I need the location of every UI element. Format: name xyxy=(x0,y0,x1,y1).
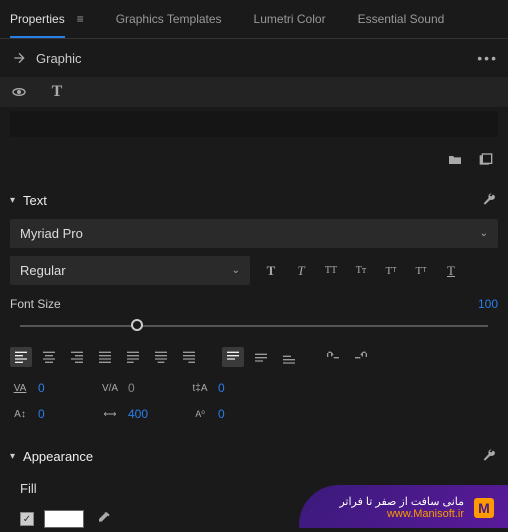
font-family-dropdown[interactable]: Myriad Pro ⌄ xyxy=(10,219,498,248)
chevron-down-icon: ⌄ xyxy=(480,228,488,239)
graphic-more-icon[interactable]: ••• xyxy=(477,50,498,66)
align-justify-last-right-button[interactable] xyxy=(178,347,200,367)
tab-essential-sound[interactable]: Essential Sound xyxy=(358,12,445,38)
tab-properties[interactable]: Properties xyxy=(10,12,65,38)
slider-thumb[interactable] xyxy=(131,319,143,331)
other-value[interactable]: 0 xyxy=(218,407,225,421)
font-size-value[interactable]: 100 xyxy=(478,297,498,311)
font-family-value: Myriad Pro xyxy=(20,226,83,241)
bold-button[interactable]: T xyxy=(260,260,282,282)
font-size-label: Font Size xyxy=(10,297,61,311)
panel-tabs: Properties ≡ Graphics Templates Lumetri … xyxy=(0,0,508,39)
appearance-section-label: Appearance xyxy=(23,449,93,464)
baseline-icon: A↕ xyxy=(10,405,30,423)
valign-middle-button[interactable] xyxy=(250,347,272,367)
new-folder-icon[interactable] xyxy=(446,151,464,169)
watermark-line2: www.Manisoft.ir xyxy=(339,508,464,520)
smallcaps-button[interactable]: Tᴛ xyxy=(350,260,372,282)
tracking-metric[interactable]: VA 0 xyxy=(10,379,70,397)
align-left-button[interactable] xyxy=(10,347,32,367)
leading-value[interactable]: 0 xyxy=(218,381,225,395)
text-content-field[interactable] xyxy=(10,111,498,137)
leading-icon: t‡A xyxy=(190,379,210,397)
italic-button[interactable]: T xyxy=(290,260,312,282)
watermark: مانی سافت از صفر تا فراتر www.Manisoft.i… xyxy=(299,485,508,528)
graphic-arrow-icon xyxy=(10,49,28,67)
wrench-icon[interactable] xyxy=(480,447,498,465)
alignment-row xyxy=(0,343,508,375)
text-direction-rtl-button[interactable] xyxy=(350,347,372,367)
other-metric[interactable]: A⁰ 0 xyxy=(190,405,250,423)
watermark-line1: مانی سافت از صفر تا فراتر xyxy=(339,495,464,508)
font-size-row: Font Size 100 xyxy=(0,293,508,317)
chevron-down-icon: ▾ xyxy=(10,195,15,206)
text-metrics-2: A↕ 0 ⟷ 400 A⁰ 0 xyxy=(0,401,508,427)
fill-color-swatch[interactable] xyxy=(44,510,84,528)
graphic-header: Graphic ••• xyxy=(0,39,508,77)
text-metrics: VA 0 V/A 0 t‡A 0 xyxy=(0,375,508,401)
tracking-value[interactable]: 0 xyxy=(38,381,45,395)
align-center-button[interactable] xyxy=(38,347,60,367)
tsume-value[interactable]: 400 xyxy=(128,407,148,421)
tab-menu-icon[interactable]: ≡ xyxy=(77,12,84,38)
eyedropper-icon[interactable] xyxy=(94,510,112,528)
kerning-metric[interactable]: V/A 0 xyxy=(100,379,160,397)
tsume-icon: ⟷ xyxy=(100,405,120,423)
text-style-buttons: T T TT Tᴛ TT TT T xyxy=(260,256,462,285)
wrench-icon[interactable] xyxy=(480,191,498,209)
align-justify-last-left-button[interactable] xyxy=(122,347,144,367)
text-section-label: Text xyxy=(23,193,47,208)
tab-graphics-templates[interactable]: Graphics Templates xyxy=(116,12,222,38)
font-style-value: Regular xyxy=(20,263,66,278)
align-justify-last-center-button[interactable] xyxy=(150,347,172,367)
tsume-metric[interactable]: ⟷ 400 xyxy=(100,405,160,423)
watermark-logo-icon: M xyxy=(474,498,494,518)
baseline-metric[interactable]: A↕ 0 xyxy=(10,405,70,423)
allcaps-button[interactable]: TT xyxy=(320,260,342,282)
fill-checkbox[interactable]: ✓ xyxy=(20,512,34,526)
graphic-label: Graphic xyxy=(36,51,82,66)
other-metric-icon: A⁰ xyxy=(190,405,210,423)
leading-metric[interactable]: t‡A 0 xyxy=(190,379,250,397)
text-type-icon[interactable]: T xyxy=(48,83,66,101)
valign-top-button[interactable] xyxy=(222,347,244,367)
align-right-button[interactable] xyxy=(66,347,88,367)
appearance-section-header[interactable]: ▾ Appearance xyxy=(0,437,508,475)
chevron-down-icon: ⌄ xyxy=(232,265,240,276)
new-item-icon[interactable] xyxy=(476,151,494,169)
text-direction-ltr-button[interactable] xyxy=(322,347,344,367)
font-style-dropdown[interactable]: Regular ⌄ xyxy=(10,256,250,285)
text-section-header[interactable]: ▾ Text xyxy=(0,181,508,219)
valign-bottom-button[interactable] xyxy=(278,347,300,367)
layer-footer xyxy=(0,143,508,181)
layer-toolbar: T xyxy=(0,77,508,107)
baseline-value[interactable]: 0 xyxy=(38,407,45,421)
kerning-value[interactable]: 0 xyxy=(128,381,135,395)
align-justify-button[interactable] xyxy=(94,347,116,367)
eye-icon[interactable] xyxy=(10,83,28,101)
chevron-down-icon: ▾ xyxy=(10,451,15,462)
font-size-slider[interactable] xyxy=(20,319,488,333)
subscript-button[interactable]: TT xyxy=(410,260,432,282)
kerning-icon: V/A xyxy=(100,379,120,397)
underline-button[interactable]: T xyxy=(440,260,462,282)
superscript-button[interactable]: TT xyxy=(380,260,402,282)
tracking-icon: VA xyxy=(10,379,30,397)
tab-lumetri-color[interactable]: Lumetri Color xyxy=(254,12,326,38)
